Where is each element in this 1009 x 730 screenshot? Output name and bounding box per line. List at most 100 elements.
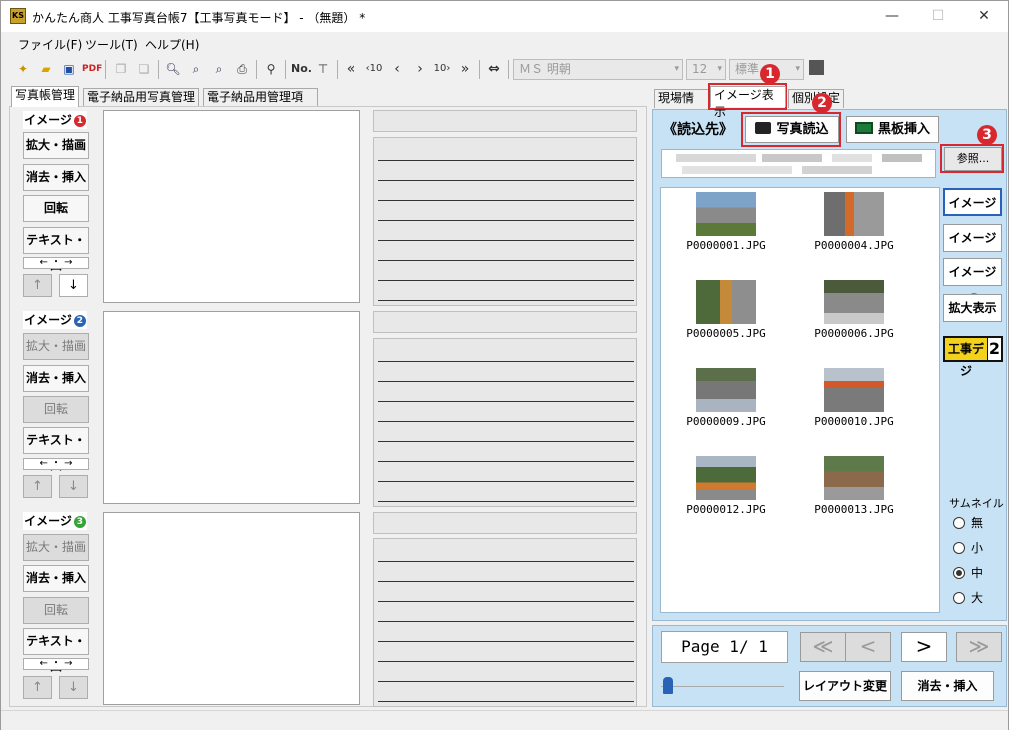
- thumbnail-image-6[interactable]: [824, 368, 884, 412]
- rotate-button-3[interactable]: 回転: [23, 597, 89, 624]
- text-figure-button-3[interactable]: テキスト・図: [23, 628, 89, 673]
- zoom-display-button[interactable]: 拡大表示: [943, 294, 1002, 322]
- thumbnail-name-6[interactable]: P0000010.JPG: [814, 415, 894, 428]
- move-arrows-2[interactable]: ← ・ →: [23, 458, 89, 470]
- maximize-button[interactable]: ☐: [915, 1, 961, 32]
- thumbnail-name-5[interactable]: P0000009.JPG: [686, 415, 766, 428]
- image-slot-3-button[interactable]: イメージ3: [943, 258, 1002, 305]
- new-icon[interactable]: ✦: [14, 60, 32, 78]
- open-folder-icon[interactable]: ▰: [37, 60, 55, 78]
- move-down-button-3[interactable]: ↓: [59, 676, 88, 699]
- move-arrows-3[interactable]: ← ・ →: [23, 658, 89, 670]
- zoom-draw-button-2[interactable]: 拡大・描画: [23, 333, 89, 360]
- tab-e-delivery-photo[interactable]: 電子納品用写真管理: [83, 88, 199, 107]
- thumbnail-image-2[interactable]: [824, 192, 884, 236]
- move-down-button-2[interactable]: ↓: [59, 475, 88, 498]
- delete-insert-button-2[interactable]: 消去・挿入: [23, 365, 89, 392]
- prev-icon[interactable]: ‹: [388, 60, 406, 78]
- image-slot-2-button[interactable]: イメージ2: [943, 224, 1002, 271]
- thumbnail-name-1[interactable]: P0000001.JPG: [686, 239, 766, 252]
- last-page-icon[interactable]: »: [456, 60, 474, 78]
- move-up-button-1[interactable]: ↑: [23, 274, 52, 297]
- layout-change-button[interactable]: レイアウト変更: [799, 671, 891, 701]
- tab-image-display[interactable]: イメージ表示: [710, 86, 786, 119]
- thumbnail-image-4[interactable]: [824, 280, 884, 324]
- tab-photo-album[interactable]: 写真帳管理: [11, 86, 79, 107]
- preview-icon[interactable]: 🔍︎: [164, 60, 182, 78]
- menu-help[interactable]: ヘルプ(H): [145, 36, 199, 53]
- move-arrows-1[interactable]: ← ・ →: [23, 257, 89, 269]
- tab-e-delivery-items[interactable]: 電子納品用管理項目: [203, 88, 318, 121]
- menu-tools[interactable]: ツール(T): [85, 36, 138, 53]
- caption-lines-3[interactable]: [373, 538, 637, 707]
- move-down-button-1[interactable]: ↓: [59, 274, 88, 297]
- delete-insert-button-3[interactable]: 消去・挿入: [23, 565, 89, 592]
- next-icon[interactable]: ›: [411, 60, 429, 78]
- callout-box-3: [940, 144, 1004, 173]
- caption-lines-2[interactable]: [373, 338, 637, 507]
- thumbnail-image-7[interactable]: [696, 456, 756, 500]
- font-size-select[interactable]: 12 ▾: [686, 59, 726, 80]
- zoom-draw-button-3[interactable]: 拡大・描画: [23, 534, 89, 561]
- thumbnail-name-4[interactable]: P0000006.JPG: [814, 327, 894, 340]
- sort-icon[interactable]: ⊤: [314, 60, 332, 78]
- caption-lines-1[interactable]: [373, 137, 637, 306]
- move-up-button-2[interactable]: ↑: [23, 475, 52, 498]
- zoom-slider-track[interactable]: [661, 686, 784, 687]
- delete-insert-button-1[interactable]: 消去・挿入: [23, 164, 89, 191]
- folder-path-field[interactable]: [661, 149, 936, 178]
- rotate-button-2[interactable]: 回転: [23, 396, 89, 423]
- paste-icon[interactable]: ❏: [135, 60, 153, 78]
- text-figure-button-2[interactable]: テキスト・図: [23, 427, 89, 472]
- fit-width-icon[interactable]: ⇔: [485, 60, 503, 78]
- caption-header-1[interactable]: [373, 110, 637, 132]
- print-icon[interactable]: ⎙: [233, 60, 251, 78]
- thumbnail-image-8[interactable]: [824, 456, 884, 500]
- thumb-size-small-radio[interactable]: 小: [953, 539, 983, 556]
- menu-file[interactable]: ファイル(F): [18, 36, 82, 53]
- minimize-button[interactable]: —: [869, 1, 915, 32]
- insert-board-button[interactable]: 黒板挿入: [846, 116, 939, 143]
- prev-page-button[interactable]: <: [845, 632, 891, 662]
- thumb-size-medium-radio[interactable]: 中: [953, 564, 983, 581]
- close-button[interactable]: ✕: [961, 1, 1007, 32]
- settings-tool-icon[interactable]: ⚲: [262, 60, 280, 78]
- zoom-slider-thumb[interactable]: [663, 677, 673, 694]
- save-icon[interactable]: ▣: [60, 60, 78, 78]
- next-page-button[interactable]: >: [901, 632, 947, 662]
- photo-box-3[interactable]: [103, 512, 360, 705]
- font-name-select[interactable]: ＭＳ 明朝 ▾: [513, 59, 683, 80]
- photo-box-2[interactable]: [103, 311, 360, 504]
- copy-icon[interactable]: ❐: [112, 60, 130, 78]
- image-slot-1-button[interactable]: イメージ1: [943, 188, 1002, 236]
- move-up-button-3[interactable]: ↑: [23, 676, 52, 699]
- thumbnail-name-2[interactable]: P0000004.JPG: [814, 239, 894, 252]
- thumb-size-none-radio[interactable]: 無: [953, 514, 983, 531]
- tab-site-info[interactable]: 現場情報: [654, 89, 709, 122]
- delete-insert-button[interactable]: 消去・挿入: [901, 671, 994, 701]
- thumbnail-image-1[interactable]: [696, 192, 756, 236]
- thumbnail-name-3[interactable]: P0000005.JPG: [686, 327, 766, 340]
- koji-deji-logo[interactable]: 工事デジ 2: [943, 336, 1003, 378]
- first-page-icon[interactable]: «: [342, 60, 360, 78]
- forward-10-icon[interactable]: 10›: [433, 60, 451, 78]
- number-button[interactable]: No.: [291, 60, 312, 78]
- color-swatch[interactable]: [809, 60, 824, 75]
- caption-header-3[interactable]: [373, 512, 637, 534]
- thumbnail-image-5[interactable]: [696, 368, 756, 412]
- thumb-size-large-radio[interactable]: 大: [953, 589, 983, 606]
- rotate-button-1[interactable]: 回転: [23, 195, 89, 222]
- zoom-page-icon[interactable]: ⌕: [210, 60, 228, 78]
- back-10-icon[interactable]: ‹10: [365, 60, 383, 78]
- text-figure-button-1[interactable]: テキスト・図: [23, 227, 89, 272]
- thumbnail-name-7[interactable]: P0000012.JPG: [686, 503, 766, 516]
- last-page-button[interactable]: ≫: [956, 632, 1002, 662]
- zoom-draw-button-1[interactable]: 拡大・描画: [23, 132, 89, 159]
- zoom-icon[interactable]: ⌕: [187, 60, 205, 78]
- photo-box-1[interactable]: [103, 110, 360, 303]
- thumbnail-image-3[interactable]: [696, 280, 756, 324]
- first-page-button[interactable]: ≪: [800, 632, 846, 662]
- pdf-icon[interactable]: PDF: [82, 60, 102, 78]
- thumbnail-name-8[interactable]: P0000013.JPG: [814, 503, 894, 516]
- caption-header-2[interactable]: [373, 311, 637, 333]
